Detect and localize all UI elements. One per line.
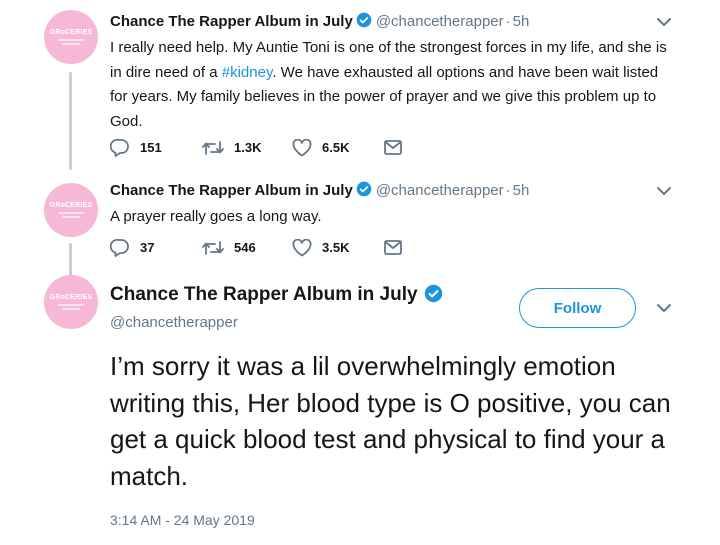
avatar[interactable]: GRoCERIES bbox=[44, 275, 98, 329]
chevron-down-icon[interactable] bbox=[656, 17, 672, 27]
tweet-text: I’m sorry it was a lil overwhelmingly em… bbox=[110, 351, 671, 491]
reply-count: 37 bbox=[140, 240, 155, 255]
avatar[interactable]: GRoCERIES bbox=[44, 183, 98, 237]
verified-badge-icon bbox=[356, 12, 372, 28]
follow-button[interactable]: Follow bbox=[519, 288, 636, 328]
verified-badge-icon bbox=[356, 181, 372, 197]
avatar-decoration bbox=[58, 304, 84, 306]
tweet-time[interactable]: 5h bbox=[513, 182, 530, 199]
separator-dot: · bbox=[505, 13, 511, 30]
like-button[interactable]: 3.5K bbox=[292, 238, 384, 257]
tweet-actions: 37 546 3.5K bbox=[110, 238, 402, 257]
like-count: 6.5K bbox=[322, 140, 350, 155]
avatar-decoration bbox=[62, 308, 80, 310]
display-name[interactable]: Chance The Rapper Album in July bbox=[110, 182, 353, 199]
retweet-button[interactable]: 1.3K bbox=[202, 140, 292, 156]
reply-icon bbox=[110, 238, 129, 257]
like-icon bbox=[292, 138, 312, 156]
avatar-decoration bbox=[58, 212, 84, 214]
user-handle[interactable]: @chancetherapper bbox=[376, 182, 504, 199]
avatar-decoration bbox=[58, 39, 84, 41]
direct-message-button[interactable] bbox=[384, 240, 402, 255]
thread-tweet[interactable]: GRoCERIES Chance The Rapper Album in Jul… bbox=[0, 175, 720, 277]
thread-tweet[interactable]: GRoCERIES Chance The Rapper Album in Jul… bbox=[0, 0, 720, 175]
avatar-text: GRoCERIES bbox=[49, 294, 93, 301]
thread-line bbox=[69, 72, 72, 170]
verified-badge-icon bbox=[424, 284, 442, 303]
direct-message-icon bbox=[384, 240, 402, 255]
avatar-decoration bbox=[62, 43, 80, 45]
reply-count: 151 bbox=[140, 140, 162, 155]
retweet-count: 546 bbox=[234, 240, 256, 255]
avatar-decoration bbox=[62, 216, 80, 218]
tweet-header: Chance The Rapper Album in July @chanceth… bbox=[110, 181, 529, 199]
like-count: 3.5K bbox=[322, 240, 350, 255]
hashtag-link[interactable]: #kidney bbox=[222, 64, 273, 81]
chevron-down-icon[interactable] bbox=[656, 186, 672, 196]
avatar[interactable]: GRoCERIES bbox=[44, 10, 98, 64]
user-handle[interactable]: @chancetherapper bbox=[110, 314, 238, 331]
display-name[interactable]: Chance The Rapper Album in July bbox=[110, 13, 353, 30]
tweet-text: I really need help. My Auntie Toni is on… bbox=[110, 36, 670, 134]
reply-button[interactable]: 37 bbox=[110, 238, 202, 257]
reply-button[interactable]: 151 bbox=[110, 138, 202, 157]
retweet-button[interactable]: 546 bbox=[202, 240, 292, 256]
main-tweet: GRoCERIES Chance The Rapper Album in Jul… bbox=[0, 268, 720, 545]
retweet-icon bbox=[202, 240, 224, 255]
direct-message-button[interactable] bbox=[384, 140, 402, 155]
retweet-count: 1.3K bbox=[234, 140, 262, 155]
avatar-text: GRoCERIES bbox=[49, 202, 93, 209]
tweet-actions: 151 1.3K 6.5K bbox=[110, 138, 402, 157]
user-handle[interactable]: @chancetherapper bbox=[376, 13, 504, 30]
avatar-text: GRoCERIES bbox=[49, 29, 93, 36]
tweet-header: Chance The Rapper Album in July @chanceth… bbox=[110, 12, 529, 30]
display-name-text[interactable]: Chance The Rapper Album in July bbox=[110, 284, 418, 305]
display-name[interactable]: Chance The Rapper Album in July bbox=[110, 284, 443, 306]
reply-icon bbox=[110, 138, 129, 157]
retweet-icon bbox=[202, 140, 224, 155]
tweet-text: A prayer really goes a long way. bbox=[110, 208, 322, 225]
direct-message-icon bbox=[384, 140, 402, 155]
chevron-down-icon[interactable] bbox=[656, 303, 672, 313]
tweet-timestamp[interactable]: 3:14 AM - 24 May 2019 bbox=[110, 512, 255, 528]
like-icon bbox=[292, 238, 312, 256]
tweet-time[interactable]: 5h bbox=[513, 13, 530, 30]
separator-dot: · bbox=[505, 182, 511, 199]
like-button[interactable]: 6.5K bbox=[292, 138, 384, 157]
